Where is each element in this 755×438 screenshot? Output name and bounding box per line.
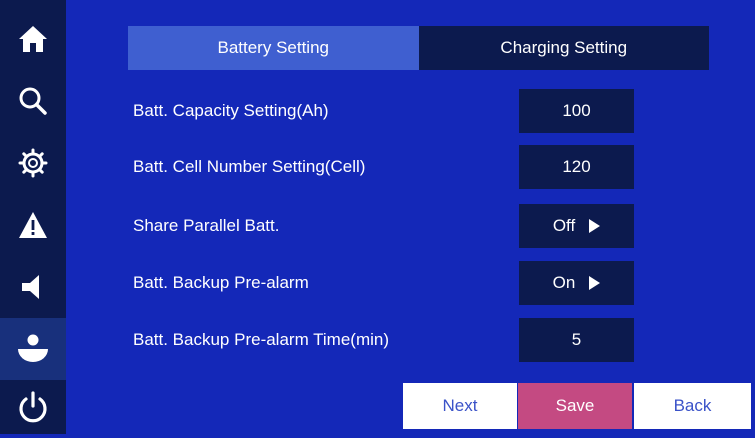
tab-battery-setting[interactable]: Battery Setting	[128, 26, 419, 70]
settings-tabs: Battery Setting Charging Setting	[128, 26, 709, 70]
play-arrow-icon	[589, 219, 601, 233]
power-icon	[17, 391, 49, 423]
capacity-value-field[interactable]: 100	[519, 89, 634, 133]
setting-value: Off	[552, 216, 576, 235]
back-button[interactable]: Back	[634, 383, 751, 429]
setting-value: On	[552, 273, 576, 292]
next-button[interactable]: Next	[403, 383, 517, 429]
setting-row-pre-alarm-time: Batt. Backup Pre-alarm Time(min) 5	[0, 318, 755, 362]
setting-label: Share Parallel Batt.	[133, 216, 280, 235]
setting-label: Batt. Backup Pre-alarm	[133, 273, 309, 292]
setting-row-capacity: Batt. Capacity Setting(Ah) 100	[0, 89, 755, 133]
setting-row-pre-alarm: Batt. Backup Pre-alarm On	[0, 261, 755, 305]
setting-row-cell-number: Batt. Cell Number Setting(Cell) 120	[0, 145, 755, 189]
setting-value: 100	[562, 101, 591, 120]
share-parallel-selector[interactable]: Off	[519, 204, 634, 248]
setting-label: Batt. Capacity Setting(Ah)	[133, 101, 329, 120]
pre-alarm-time-value-field[interactable]: 5	[519, 318, 634, 362]
pre-alarm-selector[interactable]: On	[519, 261, 634, 305]
home-icon	[18, 24, 48, 54]
save-button[interactable]: Save	[518, 383, 632, 429]
setting-value: 5	[571, 330, 582, 349]
setting-label: Batt. Backup Pre-alarm Time(min)	[133, 330, 390, 349]
setting-value: 120	[562, 157, 591, 176]
play-arrow-icon	[589, 276, 601, 290]
sidebar-item-power[interactable]	[0, 376, 66, 438]
setting-label: Batt. Cell Number Setting(Cell)	[133, 157, 366, 176]
sidebar-item-home[interactable]	[0, 8, 66, 70]
setting-row-share-parallel: Share Parallel Batt. Off	[0, 204, 755, 248]
tab-charging-setting[interactable]: Charging Setting	[419, 26, 710, 70]
cell-number-value-field[interactable]: 120	[519, 145, 634, 189]
